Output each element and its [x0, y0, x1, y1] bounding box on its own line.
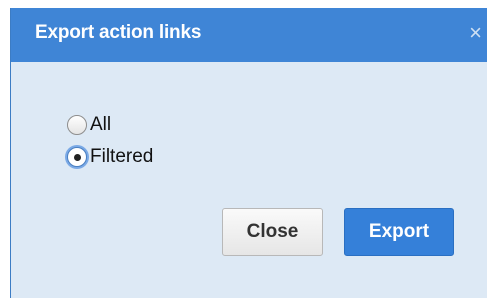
radio-button-all[interactable] — [67, 115, 87, 135]
close-icon[interactable]: × — [469, 22, 482, 44]
export-action-links-dialog: Export action links × All Filtered Close… — [10, 8, 487, 298]
close-button[interactable]: Close — [222, 208, 323, 256]
dialog-titlebar: Export action links × — [11, 8, 487, 62]
radio-label-all: All — [90, 114, 112, 135]
radio-option-all[interactable]: All — [67, 113, 111, 137]
export-button[interactable]: Export — [344, 208, 454, 256]
radio-button-filtered[interactable] — [67, 147, 87, 167]
radio-option-filtered[interactable]: Filtered — [67, 145, 153, 169]
dialog-title: Export action links — [35, 22, 202, 43]
radio-label-filtered: Filtered — [90, 146, 154, 167]
